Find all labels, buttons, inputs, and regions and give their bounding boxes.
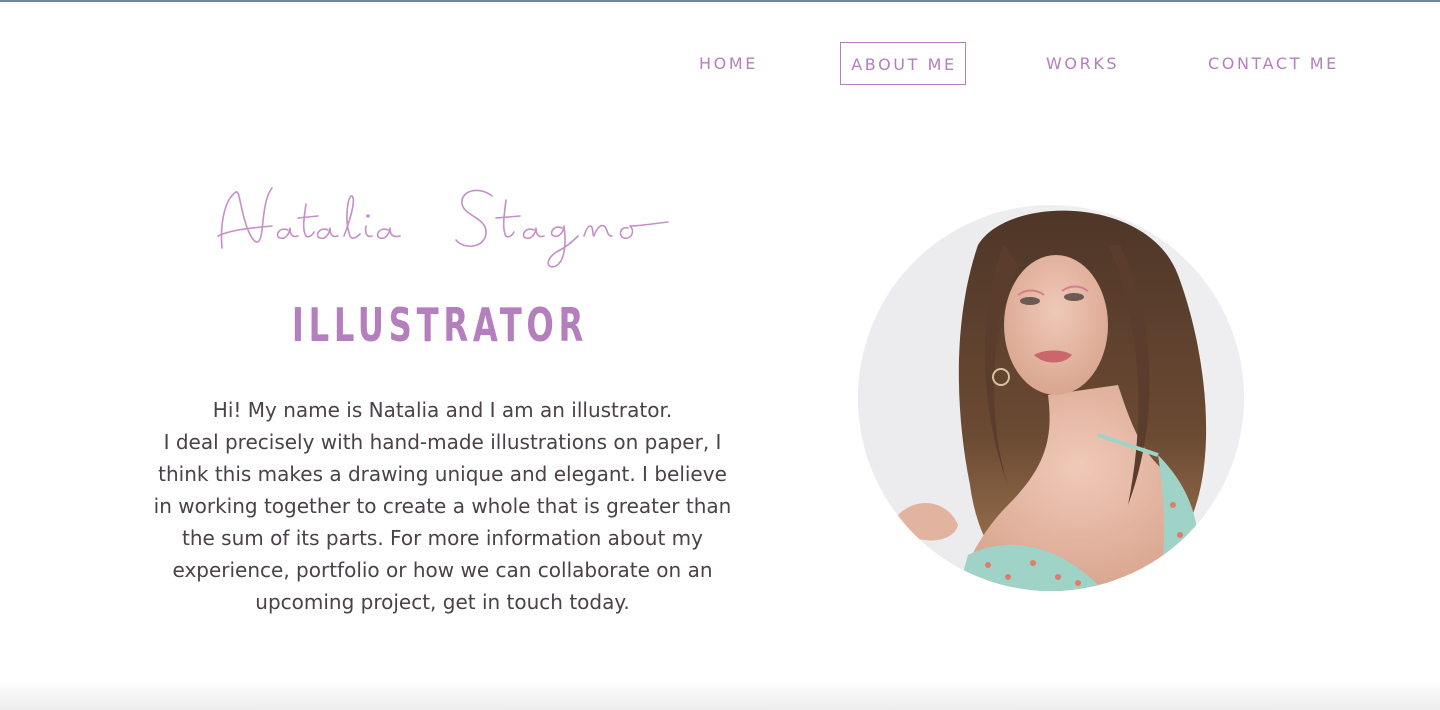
signature-logo [217,187,669,268]
nav-contact-me[interactable]: CONTACT ME [1208,42,1339,85]
profile-photo [858,205,1244,591]
main-nav: HOME ABOUT ME WORKS CONTACT ME [0,42,1440,86]
bio-line: think this makes a drawing unique and el… [158,462,727,486]
bio-line: the sum of its parts. For more informati… [181,526,703,550]
nav-works[interactable]: WORKS [1046,42,1119,85]
bio-line: Hi! My name is Natalia and I am an illus… [212,398,673,422]
bio-line: experience, portfolio or how we can coll… [172,558,713,582]
nav-about-me[interactable]: ABOUT ME [840,42,966,85]
role-title: ILLUSTRATOR [291,298,589,352]
bio-line: I deal precisely with hand-made illustra… [163,430,722,454]
top-border [0,0,1440,2]
bio-text: Hi! My name is Natalia and I am an illus… [150,394,735,618]
bio-line: upcoming project, get in touch today. [255,590,630,614]
bio-line: in working together to create a whole th… [153,494,732,518]
nav-home[interactable]: HOME [699,42,758,85]
footer-shadow [0,680,1440,710]
